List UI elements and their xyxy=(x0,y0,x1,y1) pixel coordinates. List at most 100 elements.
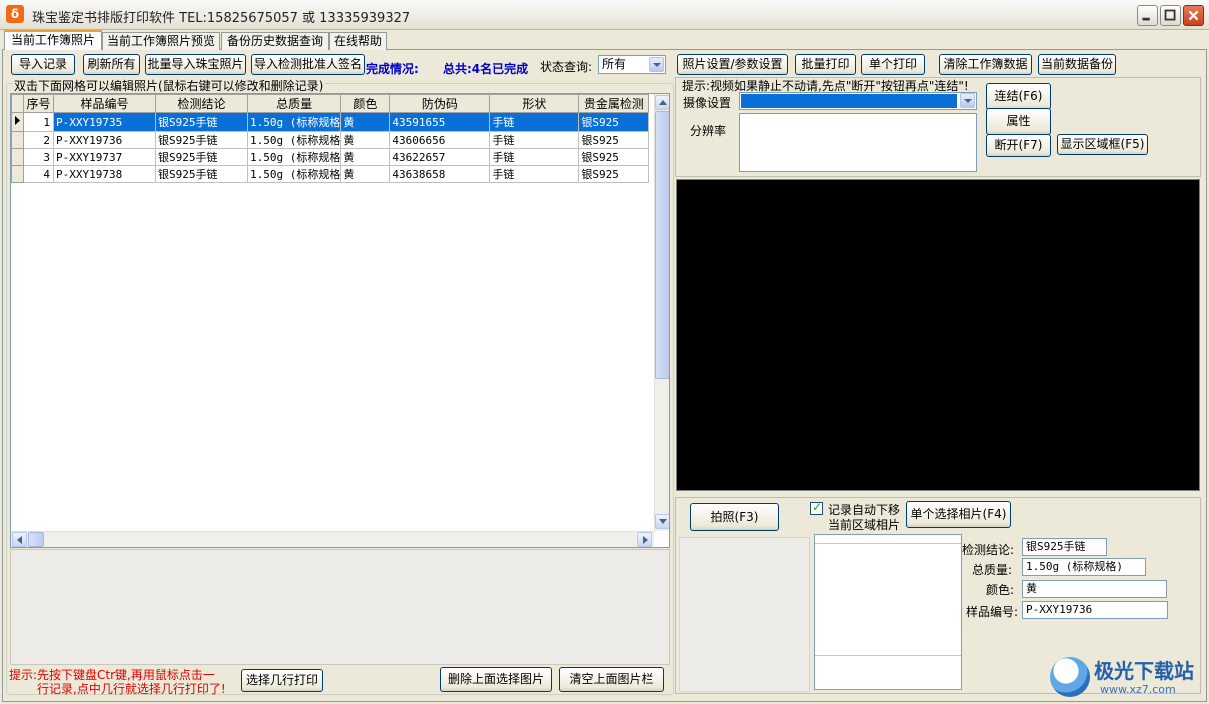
table-cell[interactable]: 银S925 xyxy=(578,148,650,166)
table-row[interactable]: 4 P-XXY19738 银S925手链 1.50g (标称规格 黄 43638… xyxy=(11,165,650,183)
table-cell[interactable]: 银S925 xyxy=(578,112,650,132)
maximize-button[interactable] xyxy=(1160,5,1181,26)
row-indicator[interactable] xyxy=(11,148,24,166)
scroll-left-icon[interactable] xyxy=(12,532,27,547)
column-header[interactable]: 颜色 xyxy=(340,94,391,113)
single-print-button[interactable]: 单个打印 xyxy=(861,54,925,75)
clear-photo-bar-button[interactable]: 清空上面图片栏 xyxy=(559,667,664,692)
delete-selected-photo-button[interactable]: 删除上面选择图片 xyxy=(440,667,552,692)
maximize-icon xyxy=(1164,9,1176,21)
table-cell[interactable]: 银S925 xyxy=(578,131,650,149)
table-cell[interactable]: 1.50g (标称规格 xyxy=(246,131,342,149)
window-title: 珠宝鉴定书排版打印软件 TEL:15825675057 或 1333593932… xyxy=(32,11,411,26)
table-cell[interactable]: 1.50g (标称规格 xyxy=(246,112,342,132)
table-cell[interactable]: 银S925手链 xyxy=(155,112,248,132)
table-cell[interactable]: 银S925手链 xyxy=(155,148,248,166)
connect-button[interactable]: 连结(F6) xyxy=(986,83,1051,110)
tab-current-workbook-preview[interactable]: 当前工作簿照片预览 xyxy=(102,32,220,50)
table-cell[interactable]: 手链 xyxy=(489,112,580,132)
table-cell[interactable]: 黄 xyxy=(340,131,391,149)
batch-import-photos-button[interactable]: 批量导入珠宝照片 xyxy=(145,54,246,75)
conclusion-field[interactable]: 银S925手链 xyxy=(1022,538,1107,556)
import-record-button[interactable]: 导入记录 xyxy=(11,54,75,75)
disconnect-button[interactable]: 断开(F7) xyxy=(986,134,1051,157)
table-cell[interactable]: 黄 xyxy=(340,148,391,166)
table-cell[interactable]: 手链 xyxy=(489,148,580,166)
column-header[interactable]: 检测结论 xyxy=(155,94,248,113)
table-cell[interactable]: 手链 xyxy=(489,165,580,183)
table-cell[interactable]: 银S925手链 xyxy=(155,131,248,149)
total-weight-field[interactable]: 1.50g (标称规格) xyxy=(1022,558,1146,576)
table-cell[interactable]: P-XXY19735 xyxy=(53,112,156,132)
refresh-all-button[interactable]: 刷新所有 xyxy=(83,54,140,75)
auto-move-checkbox[interactable] xyxy=(810,500,823,515)
scroll-up-icon[interactable] xyxy=(655,95,669,110)
photo-list[interactable] xyxy=(814,534,962,690)
take-photo-button[interactable]: 拍照(F3) xyxy=(690,503,779,531)
select-rows-print-button[interactable]: 选择几行打印 xyxy=(241,669,323,692)
table-cell[interactable]: 4 xyxy=(23,165,54,183)
color-field[interactable]: 黄 xyxy=(1022,580,1167,598)
table-cell[interactable]: P-XXY19736 xyxy=(53,131,156,149)
column-header[interactable]: 序号 xyxy=(23,94,54,113)
field-label: 总质量: xyxy=(972,563,1013,577)
table-cell[interactable]: 黄 xyxy=(340,165,391,183)
video-preview[interactable] xyxy=(676,179,1200,491)
table-cell[interactable]: 1 xyxy=(23,112,54,132)
column-header[interactable]: 总质量 xyxy=(246,94,342,113)
table-cell[interactable]: 手链 xyxy=(489,131,580,149)
column-header[interactable]: 防伪码 xyxy=(389,94,491,113)
tab-current-workbook-photos[interactable]: 当前工作簿照片 xyxy=(4,30,102,50)
table-cell[interactable]: 银S925手链 xyxy=(155,165,248,183)
clear-workbook-button[interactable]: 清除工作簿数据 xyxy=(939,54,1032,75)
select-single-photo-button[interactable]: 单个选择相片(F4) xyxy=(906,501,1011,528)
table-cell[interactable]: 43638658 xyxy=(389,165,491,183)
minimize-button[interactable] xyxy=(1137,5,1158,26)
table-row[interactable]: 3 P-XXY19737 银S925手链 1.50g (标称规格 黄 43622… xyxy=(11,148,650,166)
table-cell[interactable]: 43606656 xyxy=(389,131,491,149)
table-cell[interactable]: 2 xyxy=(23,131,54,149)
table-cell[interactable]: 黄 xyxy=(340,112,391,132)
table-cell[interactable]: 1.50g (标称规格 xyxy=(246,165,342,183)
captured-thumbnail-area xyxy=(679,537,810,692)
batch-print-button[interactable]: 批量打印 xyxy=(795,54,856,75)
row-indicator[interactable] xyxy=(11,131,24,149)
scroll-right-icon[interactable] xyxy=(637,532,652,547)
vertical-scroll-thumb[interactable] xyxy=(655,111,669,379)
completion-label: 完成情况: xyxy=(366,62,419,76)
table-row[interactable]: 2 P-XXY19736 银S925手链 1.50g (标称规格 黄 43606… xyxy=(11,131,650,149)
table-row[interactable]: 1 P-XXY19735 银S925手链 1.50g (标称规格 黄 43591… xyxy=(11,112,650,132)
status-query-select[interactable]: 所有 xyxy=(598,55,666,74)
row-indicator[interactable] xyxy=(11,165,24,183)
import-signature-button[interactable]: 导入检测批准人签名 xyxy=(251,54,365,75)
table-cell[interactable]: P-XXY19737 xyxy=(53,148,156,166)
row-indicator[interactable] xyxy=(11,112,24,132)
tab-online-help[interactable]: 在线帮助 xyxy=(329,32,387,50)
grid-vertical-scrollbar[interactable] xyxy=(654,94,669,531)
column-header[interactable]: 样品编号 xyxy=(53,94,156,113)
scroll-down-icon[interactable] xyxy=(655,514,669,529)
close-button[interactable] xyxy=(1183,5,1204,26)
table-cell[interactable]: 43591655 xyxy=(389,112,491,132)
resolution-list[interactable] xyxy=(739,113,977,172)
photo-settings-button[interactable]: 照片设置/参数设置 xyxy=(677,54,788,75)
table-cell[interactable]: 1.50g (标称规格 xyxy=(246,148,342,166)
show-region-button[interactable]: 显示区域框(F5) xyxy=(1057,134,1148,155)
grid-horizontal-scrollbar[interactable] xyxy=(11,531,654,547)
table-cell[interactable]: 43622657 xyxy=(389,148,491,166)
camera-device-select[interactable] xyxy=(739,92,977,110)
sample-number-field[interactable]: P-XXY19736 xyxy=(1022,601,1168,619)
table-cell[interactable]: P-XXY19738 xyxy=(53,165,156,183)
records-grid[interactable]: 序号 样品编号 检测结论 总质量 颜色 防伪码 形状 贵金属检测 1 P-XXY… xyxy=(10,93,670,548)
tab-backup-history[interactable]: 备份历史数据查询 xyxy=(221,32,329,50)
photo-preview-strip[interactable] xyxy=(10,549,670,665)
chevron-down-icon xyxy=(649,57,664,72)
table-cell[interactable]: 银S925 xyxy=(578,165,650,183)
column-header[interactable]: 贵金属检测 xyxy=(578,94,650,113)
column-header[interactable]: 形状 xyxy=(489,94,580,113)
table-cell[interactable]: 3 xyxy=(23,148,54,166)
camera-device-highlight xyxy=(741,94,957,108)
horizontal-scroll-thumb[interactable] xyxy=(28,532,44,547)
backup-current-button[interactable]: 当前数据备份 xyxy=(1038,54,1116,75)
properties-button[interactable]: 属性 xyxy=(986,108,1051,135)
